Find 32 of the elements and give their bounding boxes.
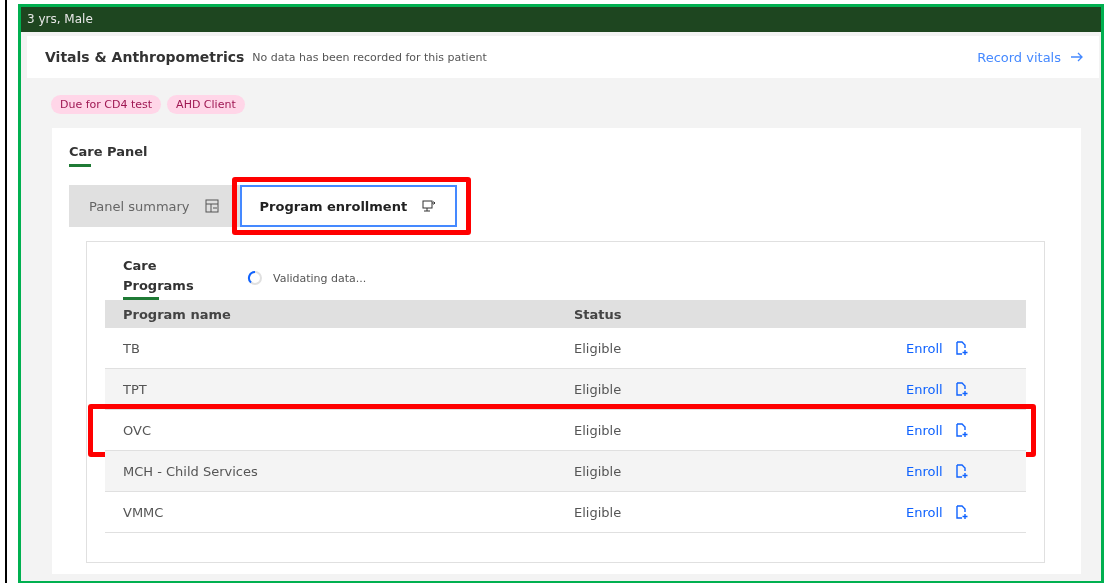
section-title: Vitals & Anthropometrics xyxy=(45,49,245,65)
tag: Due for CD4 test xyxy=(51,95,162,114)
enroll-link[interactable]: Enroll xyxy=(906,422,943,438)
monitor-icon xyxy=(421,198,438,214)
title-underline xyxy=(69,164,91,167)
title-underline xyxy=(123,297,159,300)
table-cell-text: VMMC xyxy=(122,504,165,520)
patient-banner: 3 yrs, Male xyxy=(21,7,1101,32)
table-cell-text: Eligible xyxy=(573,340,623,356)
card-title: Care Programs xyxy=(123,257,195,295)
table-cell-text: OVC xyxy=(122,422,152,438)
enroll-link[interactable]: Enroll xyxy=(906,504,943,520)
enroll-link[interactable]: Enroll xyxy=(906,381,943,397)
tab[interactable]: Panel summary xyxy=(69,185,240,227)
table-cell-text: TPT xyxy=(122,381,148,397)
enroll-link[interactable]: Enroll xyxy=(906,340,943,356)
empty-message: No data has been recorded for this patient xyxy=(252,50,487,64)
tab[interactable]: Program enrollment xyxy=(239,185,458,227)
table-cell-text: Eligible xyxy=(573,504,623,520)
loading-text: Validating data... xyxy=(273,271,367,285)
table-icon xyxy=(203,198,220,214)
table-cell-text: MCH - Child Services xyxy=(122,463,259,479)
table-cell-text: Eligible xyxy=(573,381,623,397)
record-vitals-link[interactable]: Record vitals xyxy=(977,49,1085,65)
column-header: Status xyxy=(573,306,623,322)
enroll-link[interactable]: Enroll xyxy=(906,463,943,479)
table-cell-text: Eligible xyxy=(573,422,623,438)
tag: AHD Client xyxy=(167,95,245,114)
panel-title: Care Panel xyxy=(69,144,149,159)
column-header: Program name xyxy=(122,306,232,322)
table-cell-text: TB xyxy=(122,340,141,356)
table-cell-text: Eligible xyxy=(573,463,623,479)
